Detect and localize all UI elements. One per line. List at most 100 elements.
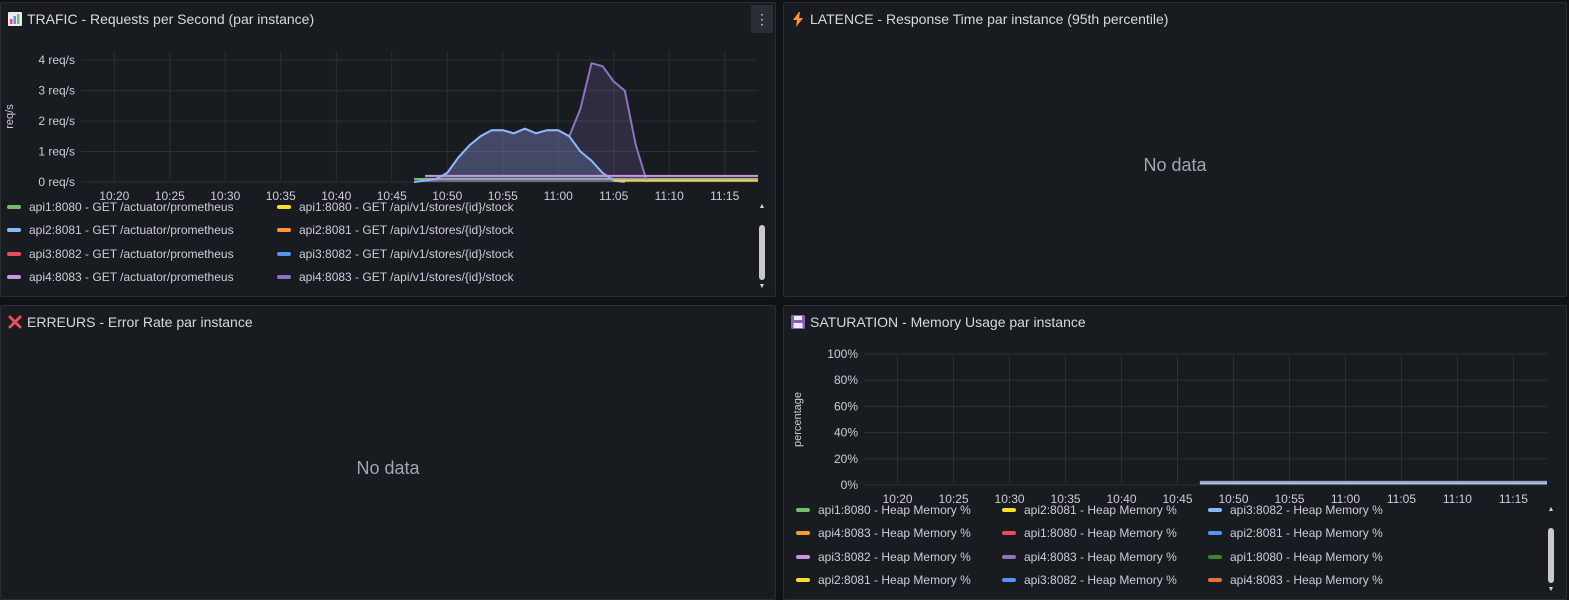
legend-label: api1:8080 - GET /api/v1/stores/{id}/stoc… — [299, 199, 514, 214]
y-tick-label: 80% — [834, 373, 858, 387]
scrollbar-thumb[interactable] — [1548, 528, 1554, 583]
legend-swatch — [1208, 554, 1222, 559]
panel-title-text: SATURATION - Memory Usage par instance — [810, 314, 1086, 330]
y-tick-label: 0 req/s — [38, 175, 75, 189]
legend-item[interactable]: api3:8082 - GET /api/v1/stores/{id}/stoc… — [277, 247, 537, 261]
legend-swatch — [796, 507, 810, 512]
saturation-legend-scrollbar[interactable]: ▲ ▼ — [1547, 506, 1555, 596]
panel-title-text: TRAFIC - Requests per Second (par instan… — [27, 11, 315, 27]
legend-row: api4:8083 - Heap Memory % api1:8080 - Hea… — [796, 522, 1536, 546]
legend-swatch — [1002, 578, 1016, 583]
y-tick-label: 60% — [834, 399, 858, 413]
legend-label: api2:8081 - Heap Memory % — [1024, 502, 1177, 517]
legend-item[interactable]: api2:8081 - GET /api/v1/stores/{id}/stoc… — [277, 223, 537, 237]
legend-label: api1:8080 - Heap Memory % — [1230, 549, 1383, 564]
legend-swatch — [1208, 531, 1222, 536]
saturation-legend: api1:8080 - Heap Memory % api2:8081 - Hea… — [796, 498, 1536, 594]
legend-swatch — [277, 204, 291, 209]
legend-item[interactable]: api2:8081 - Heap Memory % — [1208, 526, 1404, 540]
legend-label: api4:8083 - GET /api/v1/stores/{id}/stoc… — [299, 270, 514, 285]
legend-swatch — [1002, 531, 1016, 536]
legend-swatch — [7, 228, 21, 233]
scroll-down-icon[interactable]: ▼ — [1547, 586, 1555, 594]
legend-item[interactable]: api3:8082 - Heap Memory % — [1208, 503, 1404, 517]
legend-label: api1:8080 - GET /actuator/prometheus — [29, 199, 234, 214]
legend-label: api1:8080 - Heap Memory % — [1024, 526, 1177, 541]
legend-label: api2:8081 - Heap Memory % — [818, 573, 971, 588]
legend-item[interactable]: api4:8083 - Heap Memory % — [796, 526, 992, 540]
legend-label: api4:8083 - Heap Memory % — [1024, 549, 1177, 564]
traffic-legend: api1:8080 - GET /actuator/prometheus api1… — [7, 195, 757, 291]
legend-row: api3:8082 - GET /actuator/prometheus api3… — [7, 242, 757, 266]
chart-icon — [7, 11, 22, 27]
legend-label: api1:8080 - Heap Memory % — [818, 502, 971, 517]
legend-item[interactable]: api2:8081 - GET /actuator/prometheus — [7, 223, 267, 237]
legend-label: api2:8081 - GET /api/v1/stores/{id}/stoc… — [299, 223, 514, 238]
legend-row: api2:8081 - Heap Memory % api3:8082 - Hea… — [796, 569, 1536, 593]
legend-item[interactable]: api3:8082 - GET /actuator/prometheus — [7, 247, 267, 261]
legend-swatch — [796, 578, 810, 583]
cross-icon — [7, 315, 22, 330]
legend-item[interactable]: api2:8081 - Heap Memory % — [1002, 503, 1198, 517]
traffic-legend-scrollbar[interactable]: ▲ ▼ — [758, 203, 766, 293]
legend-item[interactable]: api3:8082 - Heap Memory % — [1002, 573, 1198, 587]
legend-row: api1:8080 - Heap Memory % api2:8081 - Hea… — [796, 498, 1536, 522]
legend-swatch — [7, 275, 21, 280]
panel-saturation: SATURATION - Memory Usage par instance 0… — [783, 305, 1567, 600]
legend-label: api3:8082 - GET /actuator/prometheus — [29, 246, 234, 261]
legend-item[interactable]: api2:8081 - Heap Memory % — [796, 573, 992, 587]
legend-item[interactable]: api1:8080 - GET /actuator/prometheus — [7, 200, 267, 214]
legend-item[interactable]: api4:8083 - GET /api/v1/stores/{id}/stoc… — [277, 270, 537, 284]
y-tick-label: 2 req/s — [38, 114, 75, 128]
legend-item[interactable]: api1:8080 - Heap Memory % — [1208, 550, 1404, 564]
legend-swatch — [1002, 554, 1016, 559]
legend-swatch — [796, 531, 810, 536]
legend-item[interactable]: api1:8080 - Heap Memory % — [1002, 526, 1198, 540]
legend-row: api4:8083 - GET /actuator/prometheus api4… — [7, 266, 757, 290]
scrollbar-thumb[interactable] — [759, 225, 765, 280]
panel-title-errors[interactable]: ERREURS - Error Rate par instance — [7, 312, 253, 332]
legend-row: api3:8082 - Heap Memory % api4:8083 - Hea… — [796, 545, 1536, 569]
legend-label: api2:8081 - GET /actuator/prometheus — [29, 223, 234, 238]
legend-row: api2:8081 - GET /actuator/prometheus api2… — [7, 219, 757, 243]
no-data-message: No data — [1143, 155, 1207, 175]
panel-latency: LATENCE - Response Time par instance (95… — [783, 2, 1567, 297]
legend-label: api4:8083 - Heap Memory % — [818, 526, 971, 541]
y-axis-label: req/s — [4, 104, 16, 129]
y-tick-label: 20% — [834, 452, 858, 466]
legend-label: api2:8081 - Heap Memory % — [1230, 526, 1383, 541]
scroll-up-icon[interactable]: ▲ — [758, 203, 766, 211]
legend-label: api4:8083 - Heap Memory % — [1230, 573, 1383, 588]
legend-item[interactable]: api3:8082 - Heap Memory % — [796, 550, 992, 564]
legend-swatch — [7, 251, 21, 256]
legend-label: api3:8082 - Heap Memory % — [1230, 502, 1383, 517]
lightning-icon — [790, 11, 805, 27]
y-tick-label: 3 req/s — [38, 84, 75, 98]
panel-title-traffic[interactable]: TRAFIC - Requests per Second (par instan… — [7, 9, 314, 29]
panel-title-saturation[interactable]: SATURATION - Memory Usage par instance — [790, 312, 1086, 332]
legend-label: api3:8082 - GET /api/v1/stores/{id}/stoc… — [299, 246, 514, 261]
legend-item[interactable]: api4:8083 - Heap Memory % — [1208, 573, 1404, 587]
legend-swatch — [7, 204, 21, 209]
legend-item[interactable]: api4:8083 - Heap Memory % — [1002, 550, 1198, 564]
no-data-message: No data — [356, 458, 420, 478]
scroll-up-icon[interactable]: ▲ — [1547, 506, 1555, 514]
panel-title-latency[interactable]: LATENCE - Response Time par instance (95… — [790, 9, 1168, 29]
legend-item[interactable]: api1:8080 - Heap Memory % — [796, 503, 992, 517]
legend-item[interactable]: api1:8080 - GET /api/v1/stores/{id}/stoc… — [277, 200, 537, 214]
legend-swatch — [1208, 507, 1222, 512]
panel-menu-button[interactable]: ⋮ — [751, 5, 773, 33]
legend-swatch — [277, 275, 291, 280]
legend-swatch — [1208, 578, 1222, 583]
y-axis-label: percentage — [792, 392, 804, 447]
scroll-down-icon[interactable]: ▼ — [758, 283, 766, 291]
panel-errors: ERREURS - Error Rate par instance No dat… — [0, 305, 776, 600]
legend-label: api4:8083 - GET /actuator/prometheus — [29, 270, 234, 285]
y-tick-label: 4 req/s — [38, 53, 75, 67]
legend-swatch — [277, 228, 291, 233]
y-tick-label: 1 req/s — [38, 145, 75, 159]
y-tick-label: 100% — [827, 347, 858, 361]
legend-swatch — [796, 554, 810, 559]
legend-swatch — [277, 251, 291, 256]
legend-item[interactable]: api4:8083 - GET /actuator/prometheus — [7, 270, 267, 284]
